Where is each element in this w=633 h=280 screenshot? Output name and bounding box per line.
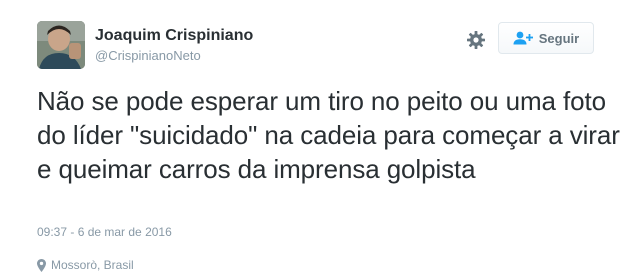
tweet-timestamp[interactable]: 09:37 - 6 de mar de 2016 xyxy=(37,225,172,239)
follow-button[interactable]: Seguir xyxy=(498,22,594,54)
user-handle[interactable]: @CrispinianoNeto xyxy=(95,47,253,65)
location-label: Mossorò, Brasil xyxy=(51,258,134,272)
display-name[interactable]: Joaquim Crispiniano xyxy=(95,26,253,46)
gear-icon[interactable] xyxy=(466,30,486,50)
user-info: Joaquim Crispiniano @CrispinianoNeto xyxy=(95,26,253,65)
tweet-card: Joaquim Crispiniano @CrispinianoNeto Seg… xyxy=(0,0,633,280)
avatar[interactable] xyxy=(37,21,85,69)
tweet-location[interactable]: Mossorò, Brasil xyxy=(37,258,134,272)
map-pin-icon xyxy=(37,258,46,272)
follow-label: Seguir xyxy=(538,30,580,46)
tweet-text: Não se pode esperar um tiro no peito ou … xyxy=(37,86,620,184)
add-user-icon xyxy=(513,31,533,45)
